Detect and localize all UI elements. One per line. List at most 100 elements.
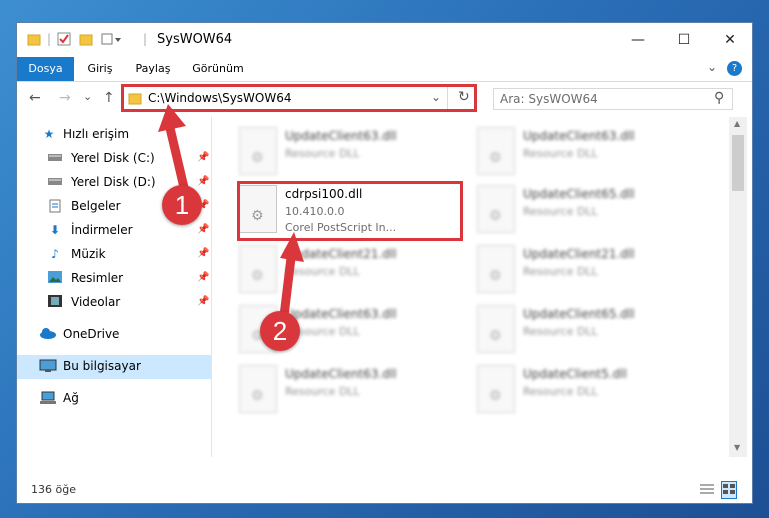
- file-item[interactable]: UpdateClient21.dll Resource DLL: [473, 241, 693, 297]
- search-icon[interactable]: ⚲: [714, 90, 724, 106]
- back-arrow-icon[interactable]: ←: [29, 90, 41, 106]
- file-item[interactable]: UpdateClient63.dll Resource DLL: [473, 123, 693, 179]
- maximize-button[interactable]: ☐: [661, 23, 707, 57]
- dll-file-icon: [239, 127, 277, 175]
- file-type: Resource DLL: [523, 265, 598, 278]
- scroll-thumb[interactable]: [732, 135, 744, 191]
- status-bar: 136 öğe: [17, 477, 752, 503]
- help-icon[interactable]: ?: [727, 61, 742, 76]
- file-item[interactable]: UpdateClient65.dll Resource DLL: [473, 301, 693, 357]
- scroll-down-icon[interactable]: ▼: [734, 443, 740, 452]
- sidebar-item-onedrive[interactable]: OneDrive: [17, 323, 211, 347]
- file-item[interactable]: UpdateClient5.dll Resource DLL: [473, 361, 693, 417]
- folder-icon: [27, 32, 41, 49]
- sidebar-item-network[interactable]: Ağ: [17, 387, 211, 411]
- pin-icon: 📌: [197, 296, 210, 307]
- tab-dosya[interactable]: Dosya: [17, 57, 74, 81]
- up-arrow-icon[interactable]: ↑: [103, 90, 115, 106]
- file-item[interactable]: UpdateClient65.dll Resource DLL: [473, 181, 693, 237]
- sidebar-item-label: Videolar: [71, 295, 121, 309]
- sidebar-item-label: Belgeler: [71, 199, 121, 213]
- file-type: Resource DLL: [285, 147, 360, 160]
- pin-icon: 📌: [197, 224, 210, 235]
- navigation-pane: ★ Hızlı erişim Yerel Disk (C:) 📌 Yerel D…: [17, 117, 212, 457]
- properties-icon[interactable]: [57, 32, 71, 49]
- close-button[interactable]: ✕: [707, 23, 753, 57]
- minimize-button[interactable]: —: [615, 23, 661, 57]
- title-bar: | | SysWOW64 — ☐ ✕: [17, 23, 752, 57]
- sidebar-item-label: Müzik: [71, 247, 106, 261]
- item-count: 136 öğe: [31, 483, 76, 496]
- sidebar-item-label: OneDrive: [63, 327, 120, 341]
- vertical-scrollbar[interactable]: ▲ ▼: [729, 117, 747, 457]
- file-type: Resource DLL: [523, 385, 598, 398]
- sidebar-item-quick-access[interactable]: ★ Hızlı erişim: [17, 123, 211, 147]
- dll-file-icon: [239, 365, 277, 413]
- explorer-window: | | SysWOW64 — ☐ ✕ Dosya Giriş Paylaş Gö…: [16, 22, 753, 504]
- file-type: Resource DLL: [523, 205, 598, 218]
- video-icon: [47, 295, 63, 311]
- tab-gorunum[interactable]: Görünüm: [183, 57, 253, 81]
- step-marker-1: 1: [162, 185, 202, 225]
- pictures-icon: [47, 271, 63, 287]
- sidebar-item-label: Yerel Disk (C:): [71, 151, 155, 165]
- file-name: UpdateClient21.dll: [523, 247, 635, 261]
- scroll-up-icon[interactable]: ▲: [734, 119, 740, 128]
- sidebar-item-pictures[interactable]: Resimler 📌: [17, 267, 211, 291]
- cloud-icon: [39, 327, 56, 343]
- drive-icon: [47, 151, 63, 167]
- file-item[interactable]: UpdateClient63.dll Resource DLL: [235, 361, 455, 417]
- sidebar-item-label: İndirmeler: [71, 223, 133, 237]
- dll-file-icon: [477, 185, 515, 233]
- drive-icon: [47, 175, 63, 191]
- search-box[interactable]: Ara: SysWOW64 ⚲: [493, 88, 733, 110]
- minimize-icon: —: [631, 32, 645, 48]
- dll-file-icon: [477, 365, 515, 413]
- dll-file-icon: [239, 245, 277, 293]
- forward-arrow-icon[interactable]: →: [59, 90, 71, 106]
- window-title: SysWOW64: [157, 32, 233, 47]
- close-icon: ✕: [724, 32, 736, 48]
- file-item[interactable]: UpdateClient63.dll Resource DLL: [235, 123, 455, 179]
- sidebar-item-label: Yerel Disk (D:): [71, 175, 156, 189]
- ribbon: Dosya Giriş Paylaş Görünüm ⌄ ?: [17, 57, 752, 82]
- file-highlight: [237, 181, 463, 241]
- file-name: UpdateClient63.dll: [285, 129, 397, 143]
- tiles-view-icon[interactable]: [721, 481, 737, 499]
- sidebar-item-music[interactable]: ♪ Müzik 📌: [17, 243, 211, 267]
- pin-icon: 📌: [197, 272, 210, 283]
- file-item[interactable]: UpdateClient21.dll Resource DLL: [235, 241, 455, 297]
- pin-icon: 📌: [197, 176, 210, 187]
- sidebar-item-label: Hızlı erişim: [63, 127, 130, 141]
- music-icon: ♪: [51, 247, 59, 261]
- sidebar-item-videos[interactable]: Videolar 📌: [17, 291, 211, 315]
- ribbon-collapse-icon[interactable]: ⌄: [707, 60, 717, 74]
- tab-paylas[interactable]: Paylaş: [127, 57, 179, 81]
- search-placeholder[interactable]: Ara: SysWOW64: [500, 92, 598, 106]
- sidebar-item-disk-c[interactable]: Yerel Disk (C:) 📌: [17, 147, 211, 171]
- file-name: UpdateClient65.dll: [523, 187, 635, 201]
- file-name: UpdateClient5.dll: [523, 367, 627, 381]
- tab-giris[interactable]: Giriş: [75, 57, 125, 81]
- download-icon: ⬇: [49, 223, 61, 237]
- file-name: UpdateClient63.dll: [523, 129, 635, 143]
- file-type: Resource DLL: [285, 385, 360, 398]
- details-view-icon[interactable]: [700, 483, 714, 498]
- customize-toolbar-icon[interactable]: [101, 32, 123, 49]
- file-type: Resource DLL: [523, 147, 598, 160]
- step-marker-2: 2: [260, 311, 300, 351]
- separator-line: |: [47, 32, 52, 46]
- star-icon: ★: [43, 127, 55, 141]
- computer-icon: [39, 359, 57, 375]
- recent-locations-icon[interactable]: ⌄: [83, 90, 92, 103]
- sidebar-item-label: Ağ: [63, 391, 79, 405]
- document-icon: [47, 199, 63, 215]
- new-folder-icon[interactable]: [79, 32, 93, 49]
- sidebar-item-this-pc[interactable]: Bu bilgisayar: [17, 355, 211, 379]
- file-type: Resource DLL: [523, 325, 598, 338]
- file-list: UpdateClient63.dll Resource DLL cdrpsi10…: [213, 117, 728, 457]
- dll-file-icon: [477, 127, 515, 175]
- dll-file-icon: [477, 305, 515, 353]
- file-name: UpdateClient63.dll: [285, 367, 397, 381]
- file-name: UpdateClient63.dll: [285, 307, 397, 321]
